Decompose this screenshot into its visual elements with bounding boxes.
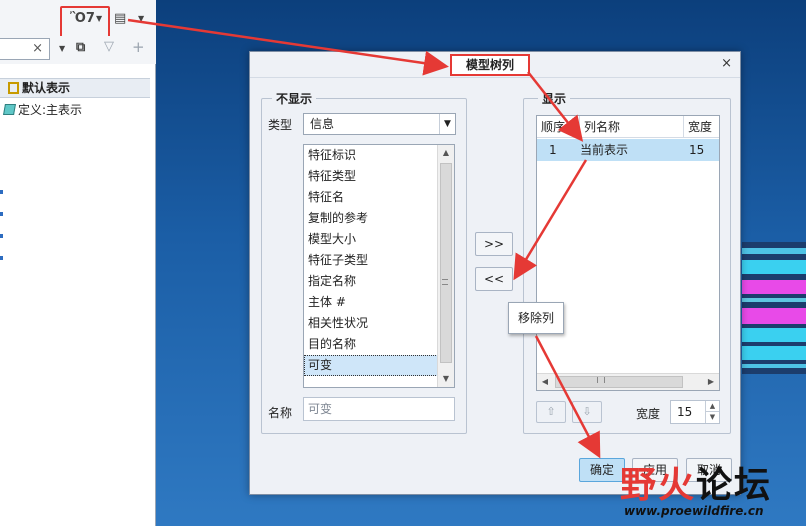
name-label: 名称 xyxy=(268,406,293,420)
width-value: 15 xyxy=(677,405,693,419)
list-item[interactable]: 相关性状况 xyxy=(304,313,454,334)
binoculars-icon[interactable]: ⧉ xyxy=(76,40,85,55)
model-tree-search-input[interactable]: × xyxy=(0,38,50,60)
shown-columns-table[interactable]: 顺序 列名称 宽度 1 当前表示 15 ◀ ▶ xyxy=(536,115,720,391)
dialog-title-bar: 模型树列 × xyxy=(250,52,740,78)
decrement-icon[interactable]: ▼ xyxy=(705,412,719,423)
list-item[interactable]: 模型大小 xyxy=(304,229,454,250)
move-down-button[interactable]: ⇩ xyxy=(572,401,602,423)
scroll-thumb[interactable] xyxy=(440,163,452,363)
not-shown-group: 不显示 类型 信息 ▼ 特征标识 特征类型 特征名 复制的参考 模型大小 特征子类型 指定名… xyxy=(261,90,467,434)
list-scrollbar[interactable]: ▲ ▼ xyxy=(437,145,454,387)
scroll-left-icon[interactable]: ◀ xyxy=(537,374,553,390)
dialog-title: 模型树列 xyxy=(450,54,530,76)
tree-item-label: 定义:主表示 xyxy=(18,103,83,117)
move-up-button[interactable]: ⇧ xyxy=(536,401,566,423)
add-icon[interactable]: + xyxy=(132,38,145,56)
increment-icon[interactable]: ▲ xyxy=(705,401,719,412)
remove-column-tooltip: 移除列 xyxy=(508,302,564,334)
scroll-right-icon[interactable]: ▶ xyxy=(703,374,719,390)
arrow-down-icon: ⇩ xyxy=(582,405,592,418)
tree-side-markers xyxy=(0,190,3,270)
name-input[interactable]: 可变 xyxy=(303,397,455,421)
scroll-thumb[interactable] xyxy=(555,376,683,388)
arrow-up-icon: ⇧ xyxy=(546,405,556,418)
scroll-up-icon[interactable]: ▲ xyxy=(438,145,454,161)
watermark-text-black: 论坛 xyxy=(696,465,773,506)
not-shown-title: 不显示 xyxy=(272,90,317,107)
clear-search-icon[interactable]: × xyxy=(32,41,43,56)
column-header-order[interactable]: 顺序 xyxy=(537,116,580,138)
list-item[interactable]: 目的名称 xyxy=(304,334,454,355)
model-tree-columns-dialog: 模型树列 × 不显示 类型 信息 ▼ 特征标识 特征类型 特征名 复制的参考 模型大小特… xyxy=(249,51,741,495)
watermark-logo: 野火论坛 www.proewildfire.cn xyxy=(620,456,806,526)
watermark-text-red: 野火 xyxy=(620,465,697,506)
row-order: 1 xyxy=(549,143,557,157)
type-select-value: 信息 xyxy=(310,117,335,131)
list-item[interactable]: 特征名 xyxy=(304,187,454,208)
scroll-grip-icon xyxy=(442,279,448,285)
list-item[interactable]: 复制的参考 xyxy=(304,208,454,229)
model-tree-header: 默认表示 xyxy=(0,78,150,98)
not-shown-list[interactable]: 特征标识 特征类型 特征名 复制的参考 模型大小 特征子类型 指定名称 主体 # 相关性状况 目的… xyxy=(303,144,455,388)
list-item[interactable]: 主体 # xyxy=(304,292,454,313)
list-item[interactable]: 可变 xyxy=(304,355,454,376)
width-label: 宽度 xyxy=(636,407,661,421)
watermark-title: 野火论坛 xyxy=(620,456,772,508)
filter-icon[interactable]: ▽ xyxy=(104,39,114,54)
table-header: 顺序 列名称 宽度 xyxy=(537,116,719,138)
shown-group: 显示 顺序 列名称 宽度 1 当前表示 15 ◀ ▶ ⇧ ⇩ 宽度 15 ▲ ▼ xyxy=(523,90,731,434)
scroll-down-icon[interactable]: ▼ xyxy=(438,371,454,387)
remove-column-button[interactable]: << xyxy=(475,267,513,291)
close-icon[interactable]: × xyxy=(721,56,732,71)
representation-cube-icon xyxy=(3,104,16,115)
column-header-width[interactable]: 宽度 xyxy=(684,116,719,138)
chevron-down-icon[interactable]: ▼ xyxy=(439,114,455,134)
table-row[interactable]: 1 当前表示 15 xyxy=(537,139,719,161)
chevron-down-icon[interactable]: ▼ xyxy=(138,14,144,23)
chevron-down-icon[interactable]: ▼ xyxy=(59,44,65,53)
add-column-button[interactable]: >> xyxy=(475,232,513,256)
table-hscrollbar[interactable]: ◀ ▶ xyxy=(537,373,719,390)
column-header-name[interactable]: 列名称 xyxy=(580,116,684,138)
list-item[interactable]: 指定名称 xyxy=(304,271,454,292)
tree-item[interactable]: 定义:主表示 xyxy=(3,101,83,118)
model-viewport-fragment xyxy=(742,242,806,374)
row-width: 15 xyxy=(689,143,705,157)
watermark-url: www.proewildfire.cn xyxy=(624,504,764,518)
model-tree-panel: Ὂ7 ▼ ▤ ▼ ▼ ⧉ ▽ + × 默认表示 定义:主表示 xyxy=(0,0,156,526)
type-select[interactable]: 信息 ▼ xyxy=(303,113,456,135)
model-tree-header-label: 默认表示 xyxy=(22,81,71,95)
shown-title: 显示 xyxy=(538,90,571,107)
list-item[interactable]: 特征类型 xyxy=(304,166,454,187)
ok-button[interactable]: 确定 xyxy=(579,458,625,482)
show-menu-icon[interactable]: ▤ xyxy=(114,11,126,26)
width-stepper[interactable]: 15 ▲ ▼ xyxy=(670,400,720,424)
list-item[interactable]: 特征子类型 xyxy=(304,250,454,271)
representation-icon xyxy=(8,82,19,94)
scroll-grip-icon xyxy=(597,377,605,383)
type-label: 类型 xyxy=(268,118,293,132)
row-name: 当前表示 xyxy=(580,143,629,157)
list-item[interactable]: 特征标识 xyxy=(304,145,454,166)
highlight-box xyxy=(60,6,110,38)
